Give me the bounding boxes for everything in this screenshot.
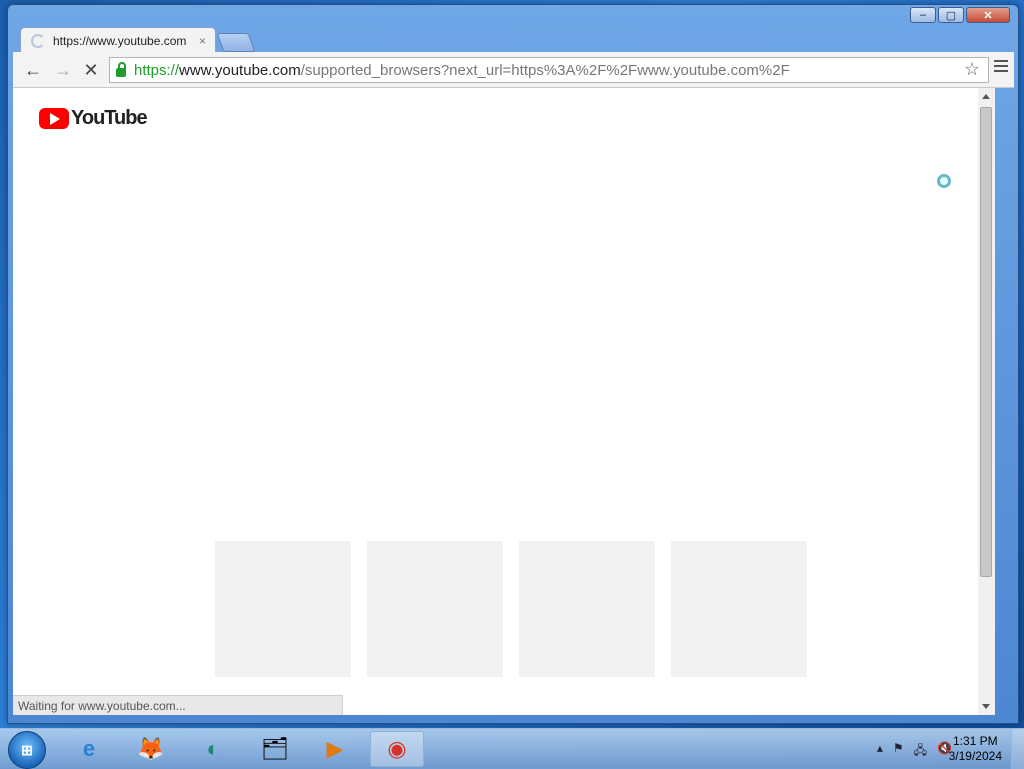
stop-button[interactable]: ✕	[81, 60, 101, 81]
back-button[interactable]: ←	[23, 60, 43, 81]
youtube-logo-text: YouTube	[71, 107, 148, 129]
scroll-down-icon[interactable]	[982, 704, 990, 709]
video-placeholder	[671, 541, 807, 677]
mouse-cursor-icon	[930, 178, 936, 194]
bookmark-star-icon[interactable]: ☆	[964, 59, 980, 80]
browser-toolbar: ← → ✕ https:// www.youtube.com /supporte…	[13, 52, 1014, 88]
show-hidden-icons-icon[interactable]: ▴	[877, 741, 883, 762]
clock-date: 3/19/2024	[948, 749, 1002, 763]
url-host: www.youtube.com	[179, 61, 301, 79]
youtube-play-icon	[39, 108, 69, 129]
lock-icon	[116, 61, 126, 77]
clock-time: 1:31 PM	[952, 734, 998, 748]
status-bubble: Waiting for www.youtube.com...	[13, 695, 343, 715]
video-placeholder	[519, 541, 655, 677]
clock[interactable]: 1:31 PM 3/19/2024	[949, 734, 1002, 764]
show-desktop-button[interactable]	[1011, 729, 1024, 769]
video-placeholder	[215, 541, 351, 677]
minimize-button[interactable]: –	[910, 7, 936, 23]
page-content: YouTube Waiting for www.youtube.com...	[13, 88, 995, 715]
action-center-flag-icon[interactable]: ⚑	[893, 741, 904, 762]
chrome-menu-button[interactable]	[994, 60, 1008, 75]
busy-cursor-icon	[937, 174, 951, 188]
edge-icon[interactable]: ◐	[186, 731, 240, 767]
url-scheme: https://	[134, 61, 180, 79]
loading-spinner-icon	[31, 33, 45, 48]
tab-close-icon[interactable]: ×	[199, 34, 206, 48]
system-tray: ▴ ⚑ 🖧 🔇	[877, 741, 952, 762]
internet-explorer-icon[interactable]: e	[62, 731, 116, 767]
start-button[interactable]: ⊞	[8, 731, 46, 769]
video-placeholder	[367, 541, 503, 677]
maximize-button[interactable]: ▢	[938, 7, 964, 23]
window-controls: – ▢ ✕	[910, 7, 1010, 23]
vertical-scrollbar[interactable]	[978, 88, 995, 715]
tab-youtube[interactable]: https://www.youtube.com ×	[20, 27, 216, 53]
network-icon[interactable]: 🖧	[914, 741, 927, 762]
youtube-logo[interactable]: YouTube	[39, 107, 148, 130]
firefox-icon[interactable]: 🦊	[124, 731, 178, 767]
tab-title: https://www.youtube.com	[53, 33, 187, 48]
media-player-icon[interactable]: ▶	[308, 731, 362, 767]
scroll-up-icon[interactable]	[982, 94, 990, 99]
taskbar: ⊞ e 🦊 ◐ 🗂 ▶ ◉ ▴ ⚑ 🖧 🔇 1:31 PM 3/19/2024	[0, 728, 1024, 769]
close-window-button[interactable]: ✕	[966, 7, 1010, 23]
browser-window: – ▢ ✕ https://www.youtube.com × ← → ✕ ht…	[7, 4, 1019, 724]
new-tab-button[interactable]	[216, 33, 256, 52]
scroll-thumb[interactable]	[980, 107, 992, 577]
forward-button[interactable]: →	[53, 60, 73, 81]
address-bar[interactable]: https:// www.youtube.com /supported_brow…	[109, 57, 989, 83]
chrome-icon[interactable]: ◉	[370, 731, 424, 767]
url-path: /supported_browsers?next_url=https%3A%2F…	[300, 61, 790, 79]
file-explorer-icon[interactable]: 🗂	[248, 731, 302, 767]
